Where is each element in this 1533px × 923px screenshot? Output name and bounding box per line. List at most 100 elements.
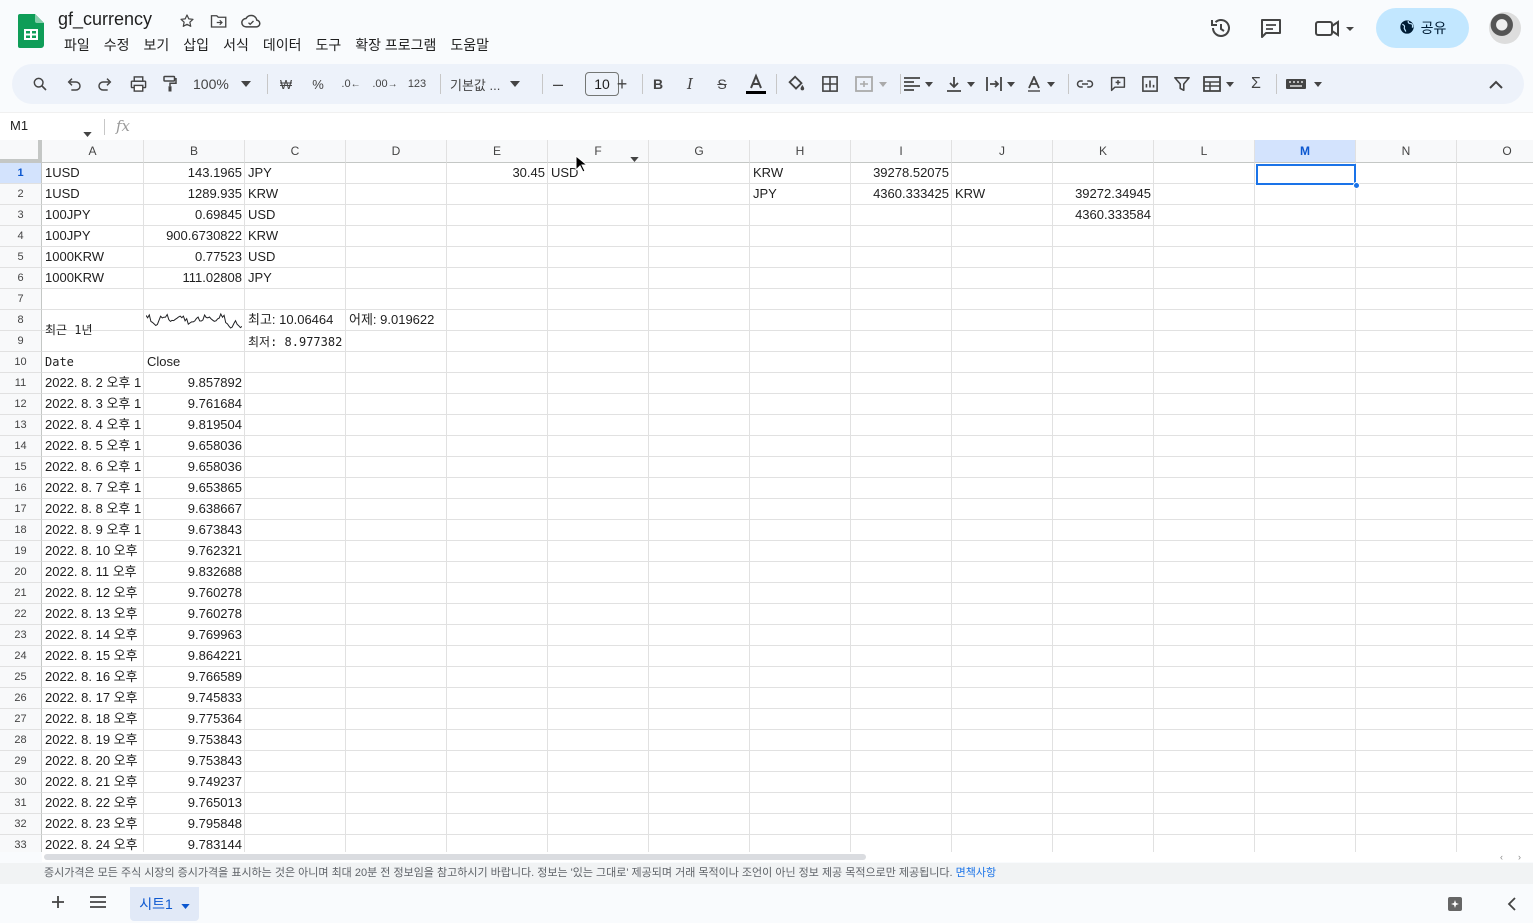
- merge-cells-icon[interactable]: [854, 73, 890, 95]
- cell-c6[interactable]: JPY: [245, 268, 346, 288]
- increase-decimal-button[interactable]: .00 →: [370, 73, 400, 95]
- row-header-10[interactable]: 10: [0, 352, 42, 373]
- row-header-33[interactable]: 33: [0, 835, 42, 852]
- column-header-o[interactable]: O: [1457, 140, 1533, 163]
- cell-b6[interactable]: 111.02808: [144, 268, 245, 288]
- cell-c9[interactable]: 최저: 8.977382: [245, 332, 346, 352]
- cell-b16[interactable]: 9.653865: [144, 478, 245, 498]
- cell-a3[interactable]: 100JPY: [42, 205, 144, 225]
- cell-d8[interactable]: 어제: 9.019622: [346, 310, 447, 330]
- cell-a2[interactable]: 1USD: [42, 184, 144, 204]
- cell-a29[interactable]: 2022. 8. 20 오후: [42, 751, 144, 771]
- menu-data[interactable]: 데이터: [257, 34, 308, 57]
- cell-e1[interactable]: 30.45: [447, 163, 548, 183]
- cell-k3[interactable]: 4360.333584: [1053, 205, 1154, 225]
- row-header-27[interactable]: 27: [0, 709, 42, 730]
- cell-b2[interactable]: 1289.935: [144, 184, 245, 204]
- horizontal-scrollbar[interactable]: ‹ ›: [42, 852, 1533, 862]
- row-header-14[interactable]: 14: [0, 436, 42, 457]
- cell-a17[interactable]: 2022. 8. 8 오후 1: [42, 499, 144, 519]
- column-header-c[interactable]: C: [245, 140, 346, 163]
- cell-a20[interactable]: 2022. 8. 11 오후: [42, 562, 144, 582]
- menu-edit[interactable]: 수정: [98, 34, 136, 57]
- row-header-26[interactable]: 26: [0, 688, 42, 709]
- cell-b30[interactable]: 9.749237: [144, 772, 245, 792]
- cell-j2[interactable]: KRW: [952, 184, 1053, 204]
- cell-b20[interactable]: 9.832688: [144, 562, 245, 582]
- cell-a32[interactable]: 2022. 8. 23 오후: [42, 814, 144, 834]
- search-menus-icon[interactable]: [30, 73, 50, 95]
- cell-b4[interactable]: 900.6730822: [144, 226, 245, 246]
- cell-i1[interactable]: 39278.52075: [851, 163, 952, 183]
- cell-a6[interactable]: 1000KRW: [42, 268, 144, 288]
- collapse-menus-icon[interactable]: [1486, 73, 1506, 95]
- cell-a27[interactable]: 2022. 8. 18 오후: [42, 709, 144, 729]
- scroll-left-icon[interactable]: ‹: [1500, 852, 1503, 862]
- column-header-a[interactable]: A: [42, 140, 144, 163]
- explore-icon[interactable]: [1447, 896, 1463, 917]
- selected-cell-m1[interactable]: [1256, 164, 1356, 185]
- formula-input[interactable]: [140, 117, 1520, 137]
- cell-a22[interactable]: 2022. 8. 13 오후: [42, 604, 144, 624]
- column-header-l[interactable]: L: [1154, 140, 1255, 163]
- cell-b14[interactable]: 9.658036: [144, 436, 245, 456]
- cell-c8[interactable]: 최고: 10.06464: [245, 310, 346, 330]
- side-panel-toggle-icon[interactable]: [1507, 897, 1516, 916]
- cell-a26[interactable]: 2022. 8. 17 오후: [42, 688, 144, 708]
- cell-a10[interactable]: Date: [42, 352, 144, 372]
- row-header-13[interactable]: 13: [0, 415, 42, 436]
- row-header-29[interactable]: 29: [0, 751, 42, 772]
- text-color-icon[interactable]: [744, 73, 768, 95]
- text-rotation-icon[interactable]: [1026, 73, 1058, 95]
- column-header-j[interactable]: J: [952, 140, 1053, 163]
- menu-insert[interactable]: 삽입: [177, 34, 215, 57]
- row-header-7[interactable]: 7: [0, 289, 42, 310]
- move-folder-icon[interactable]: [209, 11, 229, 31]
- name-box[interactable]: M1: [10, 118, 28, 133]
- cell-b1[interactable]: 143.1965: [144, 163, 245, 183]
- cell-a33[interactable]: 2022. 8. 24 오후: [42, 835, 144, 852]
- row-header-3[interactable]: 3: [0, 205, 42, 226]
- row-header-22[interactable]: 22: [0, 604, 42, 625]
- filter-views-icon[interactable]: [1202, 73, 1238, 95]
- scrollbar-thumb[interactable]: [44, 854, 866, 860]
- bold-icon[interactable]: B: [648, 73, 668, 95]
- row-header-5[interactable]: 5: [0, 247, 42, 268]
- functions-icon[interactable]: Σ: [1246, 73, 1266, 95]
- row-header-8[interactable]: 8: [0, 310, 42, 331]
- row-header-21[interactable]: 21: [0, 583, 42, 604]
- cell-a28[interactable]: 2022. 8. 19 오후: [42, 730, 144, 750]
- cell-b5[interactable]: 0.77523: [144, 247, 245, 267]
- row-header-24[interactable]: 24: [0, 646, 42, 667]
- cell-b13[interactable]: 9.819504: [144, 415, 245, 435]
- italic-icon[interactable]: I: [680, 73, 700, 95]
- print-icon[interactable]: [128, 73, 148, 95]
- cell-a5[interactable]: 1000KRW: [42, 247, 144, 267]
- row-header-9[interactable]: 9: [0, 331, 42, 352]
- cell-b18[interactable]: 9.673843: [144, 520, 245, 540]
- comments-icon[interactable]: [1257, 14, 1285, 42]
- row-header-16[interactable]: 16: [0, 478, 42, 499]
- fill-color-icon[interactable]: [785, 73, 807, 95]
- row-header-19[interactable]: 19: [0, 541, 42, 562]
- column-header-i[interactable]: I: [851, 140, 952, 163]
- vertical-align-icon[interactable]: [946, 73, 978, 95]
- borders-icon[interactable]: [820, 73, 840, 95]
- currency-format-button[interactable]: ₩: [276, 73, 296, 95]
- dropdown-arrow-icon[interactable]: [630, 149, 639, 167]
- percent-format-button[interactable]: %: [308, 73, 328, 95]
- cell-a11[interactable]: 2022. 8. 2 오후 1: [42, 373, 144, 393]
- cell-b3[interactable]: 0.69845: [144, 205, 245, 225]
- cell-b21[interactable]: 9.760278: [144, 583, 245, 603]
- share-button[interactable]: 공유: [1376, 8, 1469, 48]
- cell-b25[interactable]: 9.766589: [144, 667, 245, 687]
- cell-c4[interactable]: KRW: [245, 226, 346, 246]
- version-history-icon[interactable]: [1207, 14, 1235, 42]
- text-wrapping-icon[interactable]: [986, 73, 1018, 95]
- font-family-select[interactable]: 기본값 ...: [450, 73, 532, 95]
- cell-a31[interactable]: 2022. 8. 22 오후: [42, 793, 144, 813]
- cell-i2[interactable]: 4360.333425: [851, 184, 952, 204]
- row-header-6[interactable]: 6: [0, 268, 42, 289]
- all-sheets-icon[interactable]: [89, 895, 107, 914]
- cell-a18[interactable]: 2022. 8. 9 오후 1: [42, 520, 144, 540]
